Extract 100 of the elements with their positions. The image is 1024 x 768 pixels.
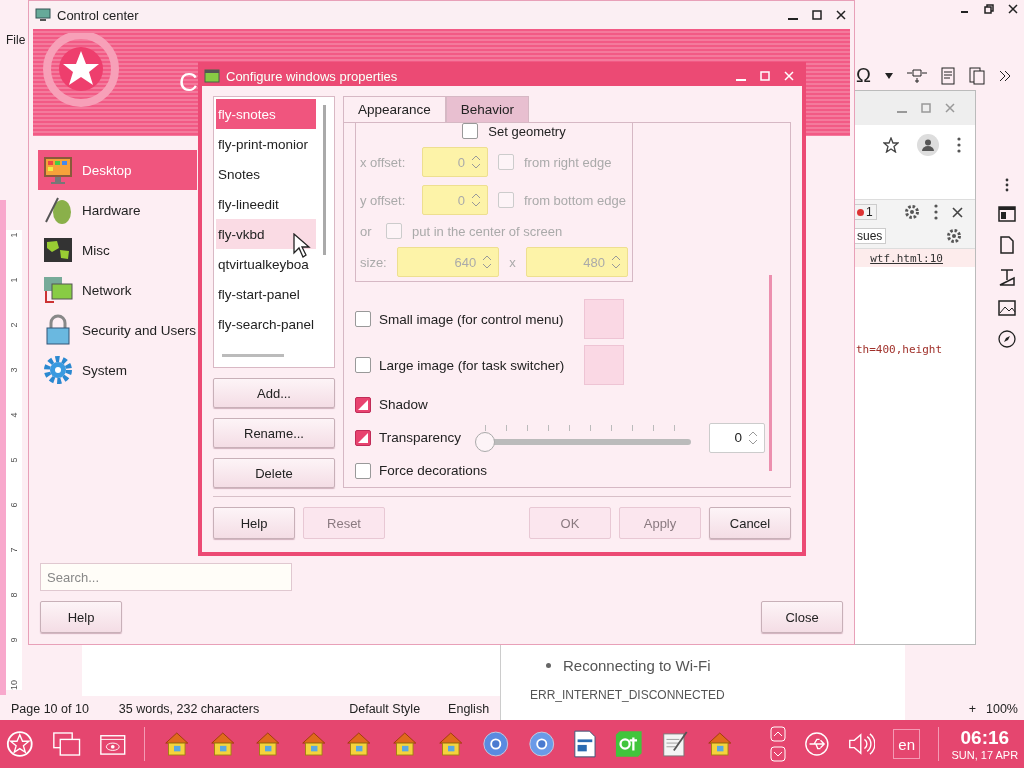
- more-icon[interactable]: [1005, 178, 1009, 192]
- page-icon[interactable]: [1000, 236, 1014, 254]
- list-button[interactable]: Delete: [213, 458, 335, 488]
- house-icon[interactable]: [345, 729, 373, 759]
- house-icon[interactable]: [391, 729, 419, 759]
- source-link[interactable]: wtf.html:10: [870, 251, 943, 265]
- windows-icon[interactable]: [51, 730, 81, 758]
- slider-handle[interactable]: [475, 431, 496, 452]
- monitor-icon: [35, 8, 51, 22]
- category-item[interactable]: System: [38, 350, 197, 390]
- ruler-number: 4: [9, 412, 19, 418]
- word-count: 35 words, 232 characters: [118, 702, 260, 716]
- ruler-number: 2: [9, 322, 19, 328]
- house-icon[interactable]: [254, 729, 282, 759]
- star-icon[interactable]: [883, 137, 899, 153]
- close-icon[interactable]: [836, 10, 846, 20]
- dialog-button[interactable]: Help: [213, 507, 295, 539]
- list-item[interactable]: qtvirtualkeyboa: [216, 249, 316, 279]
- list-button[interactable]: Add...: [213, 378, 335, 408]
- list-button[interactable]: Rename...: [213, 418, 335, 448]
- documents-icon[interactable]: [968, 66, 985, 85]
- checkbox[interactable]: [355, 462, 371, 479]
- dialog-button[interactable]: Help: [40, 601, 122, 633]
- page-count: Page 10 of 10: [11, 702, 89, 716]
- ruler-number: 5: [9, 457, 19, 463]
- spin-box[interactable]: 0: [709, 422, 766, 453]
- list-item[interactable]: fly-start-panel: [216, 279, 316, 309]
- page-style: Default Style: [349, 702, 421, 716]
- compass-icon[interactable]: [998, 330, 1016, 348]
- computers-icon: [42, 274, 74, 306]
- option-label: Transparency: [379, 430, 462, 445]
- document-lines-icon[interactable]: [940, 66, 955, 85]
- category-item[interactable]: Misc: [38, 230, 197, 270]
- house-icon[interactable]: [208, 729, 237, 759]
- more-icon[interactable]: [957, 137, 961, 153]
- ruler-number: 1: [9, 232, 19, 238]
- dropdown-arrow-icon[interactable]: [884, 72, 893, 79]
- option-label: Small image (for control menu): [379, 311, 564, 327]
- ruler-number: 1: [9, 277, 19, 283]
- option-label: Shadow: [379, 397, 428, 412]
- category-item[interactable]: Network: [38, 270, 197, 310]
- house-icon[interactable]: [436, 729, 465, 759]
- list-item[interactable]: fly-print-monior: [216, 129, 316, 159]
- category-item[interactable]: Hardware: [38, 190, 197, 230]
- clock[interactable]: 06:16 SUN, 17 APR: [938, 727, 1019, 761]
- category-item[interactable]: Security and Users: [38, 310, 197, 350]
- bullet-dot: [546, 663, 551, 668]
- field-label: y offset:: [360, 192, 407, 208]
- field-label: size:: [360, 254, 387, 270]
- dialog-button[interactable]: Cancel: [709, 507, 791, 539]
- properties-icon[interactable]: [998, 206, 1016, 222]
- scroll-down-icon[interactable]: [769, 746, 786, 762]
- ruler-number: 10: [9, 680, 19, 690]
- start-menu-icon[interactable]: [6, 729, 34, 759]
- list-item[interactable]: fly-vkbd: [216, 219, 316, 249]
- restore-icon[interactable]: [984, 4, 994, 14]
- menu-item[interactable]: File: [6, 33, 26, 47]
- option-label: Force decorations: [379, 463, 488, 478]
- checkbox-label: from right edge: [524, 154, 612, 170]
- window-icon: [204, 69, 220, 83]
- special-character-button[interactable]: Ω: [856, 64, 871, 87]
- keyboard-layout-button[interactable]: en: [892, 729, 921, 759]
- checkbox[interactable]: [355, 311, 371, 327]
- more-icon[interactable]: [934, 204, 938, 220]
- checkbox[interactable]: [355, 429, 371, 446]
- field-label: x offset:: [360, 154, 407, 170]
- house-icon[interactable]: [163, 729, 191, 759]
- scroll-up-icon[interactable]: [769, 726, 786, 742]
- list-item[interactable]: Snotes: [216, 159, 316, 189]
- house-icon[interactable]: [706, 729, 734, 759]
- close-icon[interactable]: [952, 206, 963, 218]
- checkbox[interactable]: [355, 357, 371, 373]
- browser-icon[interactable]: [527, 729, 556, 759]
- search-field[interactable]: Search...: [40, 563, 292, 591]
- tab[interactable]: Appearance: [343, 96, 446, 122]
- usb-icon[interactable]: [803, 730, 830, 758]
- mouse-cursor-icon: [293, 233, 311, 259]
- text-style-icon[interactable]: [999, 268, 1015, 286]
- maximize-icon[interactable]: [812, 10, 822, 20]
- tab[interactable]: Behavior: [445, 96, 530, 122]
- settings-icon[interactable]: [946, 228, 963, 244]
- checkbox[interactable]: [355, 396, 371, 413]
- list-item[interactable]: fly-lineedit: [216, 189, 316, 219]
- avatar-icon[interactable]: [917, 134, 939, 156]
- house-icon[interactable]: [299, 729, 328, 759]
- zoom-in-button[interactable]: +: [968, 702, 976, 716]
- issues-tab[interactable]: sues: [853, 228, 887, 244]
- list-item[interactable]: fly-search-panel: [216, 309, 316, 339]
- checkbox-label: Set geometry: [488, 123, 566, 139]
- monitor-icon: [42, 154, 74, 186]
- close-icon[interactable]: [1008, 4, 1018, 14]
- document-icon[interactable]: [573, 729, 597, 759]
- settings-icon[interactable]: [904, 204, 920, 220]
- browser-icon[interactable]: [482, 729, 510, 759]
- chevron-right-icon[interactable]: [998, 69, 1011, 82]
- zoom-level: 100%: [986, 702, 1018, 716]
- dialog-button[interactable]: Close: [761, 601, 843, 633]
- notepad-icon[interactable]: [660, 729, 689, 759]
- image-icon[interactable]: [998, 300, 1016, 316]
- window-title: Control center: [57, 7, 140, 23]
